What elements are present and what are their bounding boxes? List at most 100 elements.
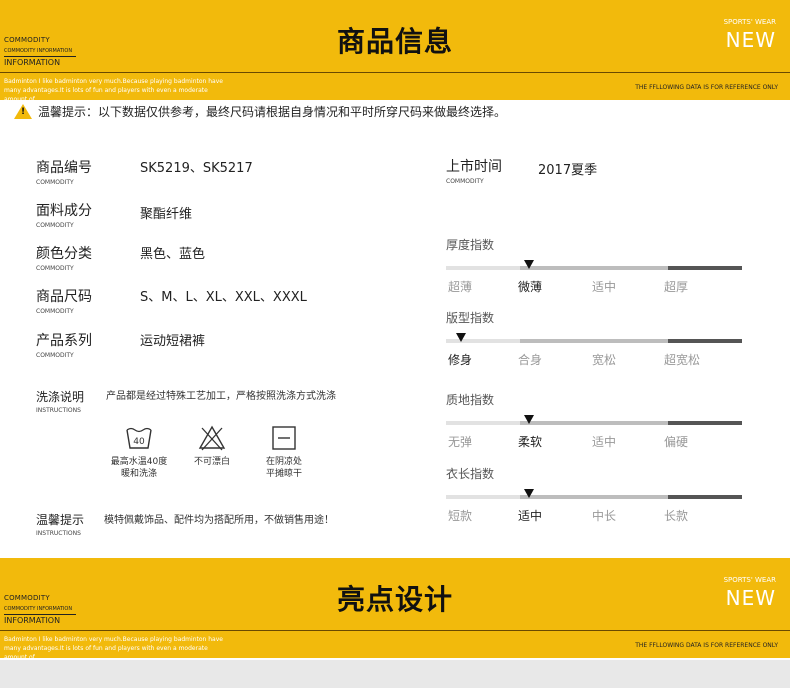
info-value: 黑色、蓝色 — [140, 247, 206, 262]
tip-label-en: INSTRUCTIONS — [36, 530, 81, 537]
index-option: 宽松 — [592, 353, 617, 367]
index-option: 适中 — [592, 280, 617, 294]
wash-item-line: 平摊晾干 — [265, 469, 302, 479]
info-value: 聚酯纤维 — [140, 207, 193, 222]
highlight-banner: COMMODITY COMMODITY INFORMATION INFORMAT… — [0, 558, 790, 658]
wash-item: 不可漂白 — [184, 424, 240, 468]
index-bar-segment — [594, 495, 668, 499]
info-value: S、M、L、XL、XXL、XXXL — [140, 290, 307, 305]
wash-item-line: 在阴凉处 — [265, 457, 302, 467]
index-name: 衣长指数 — [446, 467, 495, 481]
info-row: 商品编号 COMMODITY SK5219、SK5217 — [36, 157, 253, 186]
wash-item-line: 暖和洗涤 — [120, 469, 157, 479]
banner-reference-note: THE FFLLOWING DATA IS FOR REFERENCE ONLY — [635, 84, 778, 91]
index-option: 合身 — [518, 353, 543, 367]
wash-item: 40 最高水温40度 暖和洗涤 — [106, 424, 172, 480]
index-bar-segment — [668, 495, 742, 499]
index-option: 适中 — [518, 509, 543, 523]
wash-text: 产品都是经过特殊工艺加工，严格按照洗涤方式洗涤 — [106, 391, 336, 402]
index-bar-segment — [668, 339, 742, 343]
index-option: 柔软 — [518, 435, 543, 449]
header-banner: COMMODITY COMMODITY INFORMATION INFORMAT… — [0, 0, 790, 100]
index-option: 微薄 — [518, 280, 543, 294]
wash-item: 在阴凉处 平摊晾干 — [256, 424, 312, 480]
index-marker-icon — [456, 333, 466, 342]
info-label: 产品系列 — [36, 333, 92, 349]
index-option: 超薄 — [448, 280, 473, 294]
banner-sports-wear: SPORTS' WEAR — [723, 18, 776, 26]
launch-label-zh: 上市时间 — [446, 159, 502, 175]
wash-40-icon: 40 — [125, 424, 153, 452]
warning-notice: ! 温馨提示： 以下数据仅供参考，最终尺码请根据自身情况和平时所穿尺码来做最终选… — [14, 102, 506, 120]
info-label: 商品编号 — [36, 160, 92, 176]
index-option: 超宽松 — [664, 353, 701, 367]
index-bar-segment — [520, 339, 594, 343]
index-marker-icon — [524, 415, 534, 424]
no-bleach-icon — [198, 424, 226, 452]
index-option: 无弹 — [448, 435, 473, 449]
info-label: 颜色分类 — [36, 246, 92, 262]
index-bar-segment — [446, 495, 520, 499]
info-label-en: COMMODITY — [36, 222, 74, 229]
banner-divider — [0, 72, 790, 73]
info-label-en: COMMODITY — [36, 265, 74, 272]
launch-value: 2017夏季 — [538, 163, 598, 178]
index-bar-segment — [668, 421, 742, 425]
index-bar-segment — [446, 266, 520, 270]
banner-sub-text: Badminton I like badminton very much.Bec… — [4, 636, 223, 658]
index-option: 偏硬 — [664, 435, 689, 449]
tip-text: 模特佩戴饰品、配件均为搭配所用，不做销售用途！ — [104, 515, 334, 526]
index-bar-segment — [594, 266, 668, 270]
index-option: 修身 — [448, 353, 473, 367]
index-name: 厚度指数 — [446, 238, 495, 252]
section-title: 亮点设计 — [336, 583, 453, 616]
warning-label: 温馨提示： — [38, 104, 99, 119]
info-row: 颜色分类 COMMODITY 黑色、蓝色 — [36, 243, 205, 272]
banner-new: NEW — [725, 586, 776, 610]
index-bar — [446, 266, 742, 270]
banner-reference-note: THE FFLLOWING DATA IS FOR REFERENCE ONLY — [635, 642, 778, 649]
index-bar-segment — [446, 421, 520, 425]
index-bar-segment — [594, 421, 668, 425]
warning-icon: ! — [14, 103, 32, 119]
index-scale: 厚度指数超薄 微薄 适中 超厚 — [446, 236, 742, 302]
banner-divider — [0, 630, 790, 631]
index-option: 适中 — [592, 435, 617, 449]
index-name: 质地指数 — [446, 393, 495, 407]
info-label: 商品尺码 — [36, 289, 92, 305]
info-row: 商品尺码 COMMODITY S、M、L、XL、XXL、XXXL — [36, 286, 307, 315]
info-row: 产品系列 COMMODITY 运动短裙裤 — [36, 330, 205, 359]
index-option: 短款 — [448, 509, 473, 523]
index-bar-segment — [594, 339, 668, 343]
index-option: 超厚 — [664, 280, 689, 294]
info-label: 面料成分 — [36, 203, 92, 219]
banner-sports-wear: SPORTS' WEAR — [723, 576, 776, 584]
warning-text: 以下数据仅供参考，最终尺码请根据自身情况和平时所穿尺码来做最终选择。 — [98, 104, 507, 119]
index-scale: 质地指数无弹 柔软 适中 偏硬 — [446, 391, 742, 457]
wash-item-line: 最高水温40度 — [110, 457, 168, 467]
index-name: 版型指数 — [446, 311, 495, 325]
index-option: 长款 — [664, 509, 689, 523]
info-label-en: COMMODITY — [36, 179, 74, 186]
launch-label-en: COMMODITY — [446, 178, 484, 185]
banner-sub-text: Badminton I like badminton very much.Bec… — [4, 78, 223, 100]
index-marker-icon — [524, 489, 534, 498]
wash-item-line: 不可漂白 — [193, 457, 230, 467]
index-scale: 版型指数修身 合身 宽松 超宽松 — [446, 309, 742, 375]
info-label-en: COMMODITY — [36, 308, 74, 315]
page-title: 商品信息 — [336, 25, 453, 58]
index-option: 中长 — [592, 509, 617, 523]
banner-new: NEW — [725, 28, 776, 52]
info-value: 运动短裙裤 — [140, 334, 206, 349]
wash-40-number: 40 — [133, 437, 145, 447]
index-marker-icon — [524, 260, 534, 269]
dry-flat-icon — [270, 424, 298, 452]
footer-strip — [0, 660, 790, 688]
info-value: SK5219、SK5217 — [140, 161, 253, 176]
index-bar — [446, 421, 742, 425]
info-row: 面料成分 COMMODITY 聚酯纤维 — [36, 200, 192, 229]
index-scale: 衣长指数短款 适中 中长 长款 — [446, 465, 742, 531]
wash-label-en: INSTRUCTIONS — [36, 407, 81, 414]
index-bar-segment — [668, 266, 742, 270]
index-bar — [446, 495, 742, 499]
